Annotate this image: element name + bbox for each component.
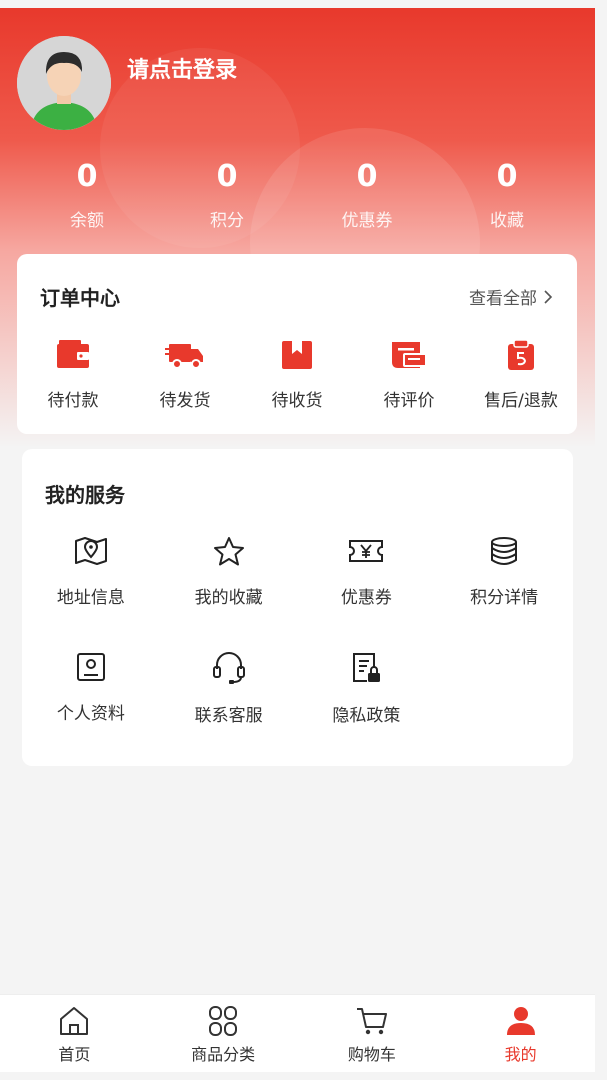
view-all-label: 查看全部	[469, 289, 537, 309]
stat-value: 0	[216, 159, 238, 194]
service-label: 优惠券	[340, 588, 392, 608]
stats-row: 0 余额 0 积分 0 优惠券 0 收藏	[0, 158, 595, 231]
review-icon	[392, 342, 427, 368]
order-after-sales[interactable]: 售后/退款	[465, 338, 577, 411]
login-prompt[interactable]: 请点击登录	[127, 52, 237, 84]
order-item-label: 待付款	[47, 391, 99, 411]
order-pending-payment[interactable]: 待付款	[17, 338, 129, 411]
headset-icon	[212, 652, 245, 684]
tab-mine[interactable]: 我的	[446, 995, 595, 1072]
service-privacy-policy[interactable]: 隐私政策	[298, 651, 436, 767]
view-all-orders-link[interactable]: 查看全部	[469, 284, 553, 309]
my-services-title: 我的服务	[45, 483, 125, 507]
service-label: 地址信息	[56, 588, 125, 608]
tab-label: 首页	[58, 1045, 91, 1064]
stat-coupons[interactable]: 0 优惠券	[297, 158, 437, 231]
stat-label: 积分	[210, 211, 244, 231]
package-icon	[282, 341, 312, 369]
service-label: 我的收藏	[194, 588, 263, 608]
user-icon	[506, 1007, 535, 1035]
service-address[interactable]: 地址信息	[22, 535, 160, 651]
home-icon	[60, 1007, 89, 1035]
star-icon	[213, 537, 244, 566]
app-frame: 请点击登录 0 余额 0 积分 0 优惠券 0 收藏 订单中心 查看全部 待付款…	[0, 8, 595, 1072]
tab-label: 购物车	[347, 1045, 396, 1064]
order-item-label: 待发货	[159, 391, 211, 411]
refund-icon	[508, 339, 534, 370]
order-item-label: 待评价	[383, 391, 435, 411]
coins-icon	[491, 537, 518, 565]
avatar[interactable]	[17, 36, 111, 130]
avatar-image	[17, 36, 111, 130]
profile-card-icon	[76, 653, 105, 681]
order-center-title: 订单中心	[40, 286, 120, 310]
order-pending-shipment[interactable]: 待发货	[129, 338, 241, 411]
service-label: 积分详情	[470, 588, 539, 608]
order-pending-review[interactable]: 待评价	[353, 338, 465, 411]
order-item-label: 售后/退款	[484, 391, 558, 411]
cart-icon	[356, 1008, 387, 1035]
privacy-doc-icon	[353, 653, 381, 682]
wallet-icon	[57, 340, 89, 368]
stat-label: 优惠券	[341, 211, 393, 231]
map-icon	[74, 537, 107, 565]
stat-balance[interactable]: 0 余额	[17, 158, 157, 231]
stat-label: 收藏	[490, 211, 524, 231]
tab-label: 我的	[504, 1045, 537, 1064]
service-label: 个人资料	[56, 704, 125, 724]
chevron-right-icon	[544, 289, 553, 304]
stat-points[interactable]: 0 积分	[157, 158, 297, 231]
coupon-icon	[349, 540, 384, 562]
service-coupons[interactable]: 优惠券	[298, 535, 436, 651]
service-label: 隐私政策	[332, 706, 401, 726]
service-customer-support[interactable]: 联系客服	[160, 651, 298, 767]
service-profile[interactable]: 个人资料	[22, 651, 160, 767]
order-pending-receipt[interactable]: 待收货	[241, 338, 353, 411]
my-services-card: 我的服务 地址信息 我的收藏 优惠券 积分详情 个人资料 联系客服 隐私政策	[22, 449, 573, 766]
stat-favorites[interactable]: 0 收藏	[437, 158, 577, 231]
service-favorites[interactable]: 我的收藏	[160, 535, 298, 651]
tab-label: 商品分类	[191, 1045, 256, 1064]
stat-label: 余额	[70, 211, 104, 231]
order-item-label: 待收货	[271, 391, 323, 411]
stat-value: 0	[356, 159, 378, 194]
stat-value: 0	[76, 159, 98, 194]
category-icon	[209, 1006, 238, 1036]
tab-category[interactable]: 商品分类	[149, 995, 298, 1072]
stat-value: 0	[496, 159, 518, 194]
tab-home[interactable]: 首页	[0, 995, 149, 1072]
service-points-detail[interactable]: 积分详情	[435, 535, 573, 651]
order-center-card: 订单中心 查看全部 待付款 待发货 待收货 待评价 售后/退款	[17, 254, 577, 434]
service-label: 联系客服	[194, 706, 263, 726]
truck-icon	[165, 344, 203, 369]
tab-cart[interactable]: 购物车	[298, 995, 447, 1072]
bottom-tab-bar: 首页 商品分类 购物车 我的	[0, 994, 595, 1072]
